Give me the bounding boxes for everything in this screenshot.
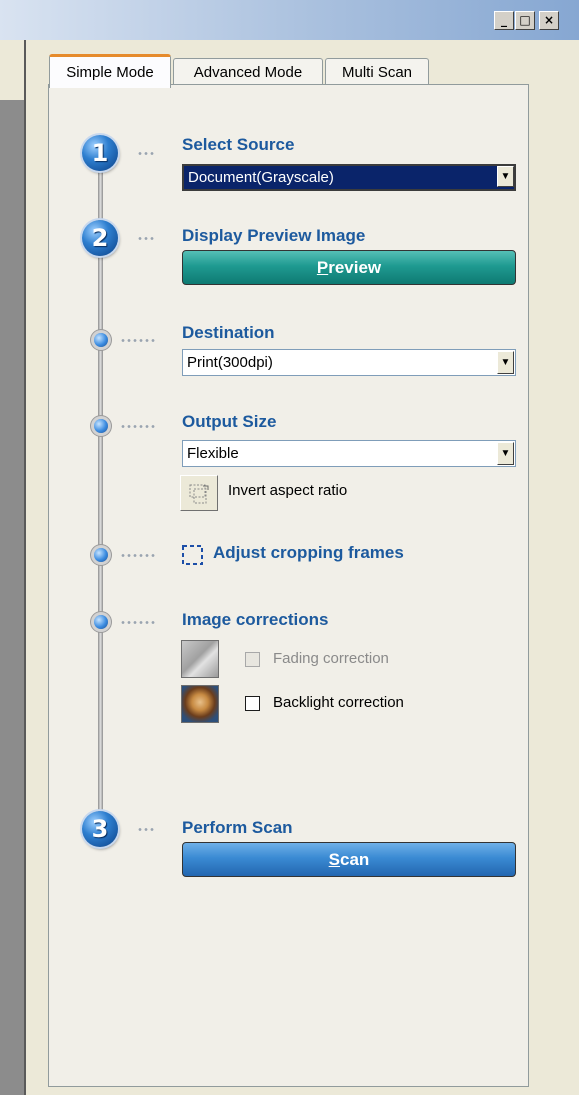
fading-thumbnail — [181, 640, 219, 678]
substep-dot-icon — [94, 548, 108, 562]
dotted-connector — [137, 237, 155, 240]
step-2-icon: 2 — [82, 220, 118, 256]
image-corrections-label: Image corrections — [182, 610, 329, 629]
crop-frame-icon[interactable] — [181, 543, 205, 567]
dotted-connector — [120, 621, 156, 624]
fading-correction-checkbox[interactable] — [245, 652, 260, 667]
tab-multi-scan[interactable]: Multi Scan — [325, 58, 429, 86]
invert-aspect-icon — [189, 484, 209, 504]
source-value: Document(Grayscale) — [188, 169, 334, 186]
dotted-connector — [120, 425, 156, 428]
destination-label: Destination — [182, 323, 275, 342]
step-1-icon: 1 — [82, 135, 118, 171]
dropdown-arrow-icon[interactable]: ▼ — [497, 442, 514, 465]
output-size-value: Flexible — [187, 445, 239, 462]
step-3-icon: 3 — [82, 811, 118, 847]
destination-select[interactable]: Print(300dpi) ▼ — [182, 349, 516, 376]
tab-advanced-mode[interactable]: Advanced Mode — [173, 58, 323, 86]
output-size-select[interactable]: Flexible ▼ — [182, 440, 516, 467]
adjust-cropping-frames-link[interactable]: Adjust cropping frames — [213, 543, 404, 563]
destination-value: Print(300dpi) — [187, 354, 273, 371]
dropdown-arrow-icon[interactable]: ▼ — [497, 351, 514, 374]
dotted-connector — [137, 828, 155, 831]
invert-aspect-ratio-button[interactable] — [180, 475, 218, 511]
fading-correction-label: Fading correction — [273, 650, 389, 667]
tab-simple-mode[interactable]: Simple Mode — [49, 54, 171, 88]
dotted-connector — [120, 339, 156, 342]
dotted-connector — [137, 152, 155, 155]
select-source-label: Select Source — [182, 135, 295, 154]
close-button[interactable]: × — [539, 11, 559, 30]
scan-button[interactable]: Scan — [182, 842, 516, 877]
source-select[interactable]: Document(Grayscale) ▼ — [182, 164, 516, 191]
dropdown-arrow-icon[interactable]: ▼ — [497, 166, 514, 187]
minimize-button[interactable]: _ — [494, 11, 514, 30]
perform-scan-label: Perform Scan — [182, 818, 293, 837]
dotted-connector — [120, 554, 156, 557]
substep-dot-icon — [94, 333, 108, 347]
maximize-button[interactable]: □ — [515, 11, 535, 30]
substep-dot-icon — [94, 419, 108, 433]
substep-dot-icon — [94, 615, 108, 629]
backlight-thumbnail — [181, 685, 219, 723]
splitter[interactable] — [24, 40, 26, 1095]
backlight-correction-checkbox[interactable] — [245, 696, 260, 711]
title-bar: _ □ × — [0, 0, 579, 40]
display-preview-label: Display Preview Image — [182, 226, 366, 245]
left-pane-strip — [0, 40, 24, 1095]
invert-aspect-ratio-label: Invert aspect ratio — [228, 482, 348, 499]
output-size-label: Output Size — [182, 412, 277, 431]
preview-button[interactable]: Preview — [182, 250, 516, 285]
backlight-correction-label: Backlight correction — [273, 694, 404, 711]
